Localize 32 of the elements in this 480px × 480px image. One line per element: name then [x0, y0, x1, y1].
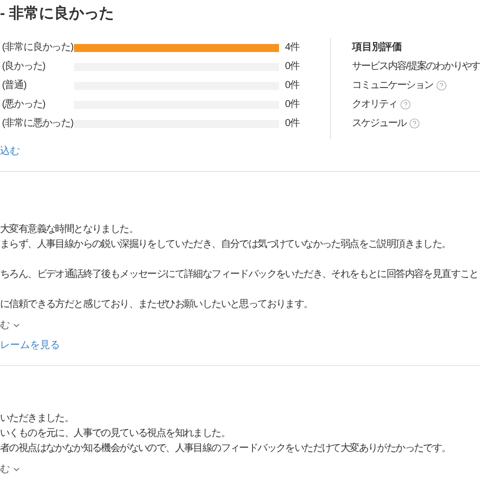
help-icon[interactable] — [400, 99, 411, 110]
review-text: 者の視点はなかなか知る機会がないので、人事目線のフィードバックをいただけて大変ありがたかったです。 — [0, 442, 451, 456]
filter-link[interactable]: 込む — [0, 144, 20, 159]
review-text: いくものを元に、人事での見ている視点を知れました。 — [0, 426, 230, 441]
review-text: ちろん、ビデオ通話終了後もメッセージにて詳細なフィードバックをいただき、それをもとに回答内容を見直すこと — [0, 268, 478, 282]
chevron-down-icon — [12, 465, 21, 474]
item-rating-label: コミュニケーション — [352, 79, 433, 93]
review-link[interactable]: レームを見る — [0, 338, 60, 353]
help-icon[interactable] — [436, 80, 447, 91]
review-text: 大変有意義な時間となりました。 — [0, 222, 138, 237]
section-title: - 非常に良かった — [0, 4, 116, 24]
rating-label: (非常に悪かった) — [1, 116, 72, 131]
rating-count: 4件 — [285, 41, 300, 55]
rating-count: 0件 — [285, 98, 300, 112]
review-text: いただきました。 — [0, 412, 74, 426]
rating-count: 0件 — [285, 60, 300, 74]
item-rating-label: スケジュール — [352, 117, 406, 131]
review-text: に信頼できる方だと感じており、またぜひお願いしたいと思っております。 — [0, 298, 313, 312]
chevron-down-icon — [12, 321, 21, 330]
item-rating-label: クオリティ — [352, 98, 397, 112]
read-more-toggle[interactable]: む — [0, 318, 21, 333]
rating-label: (非常に良かった) — [1, 40, 72, 55]
help-icon[interactable] — [409, 118, 420, 129]
rating-label: (普通) — [1, 78, 28, 93]
panel-heading: 項目別評価 — [352, 40, 402, 55]
read-more-toggle[interactable]: む — [0, 462, 21, 477]
rating-count: 0件 — [285, 117, 300, 131]
rating-label: (悪かった) — [1, 98, 46, 112]
rating-label: (良かった) — [1, 60, 46, 74]
review-text: まらず、人事目線からの鋭い深掘りをしていただき、自分では気づけていなかった弱点をご説明頂きました。 — [0, 238, 451, 252]
item-rating-label: サービス内容/提案のわかりやす — [352, 60, 480, 74]
rating-count: 0件 — [285, 79, 300, 93]
